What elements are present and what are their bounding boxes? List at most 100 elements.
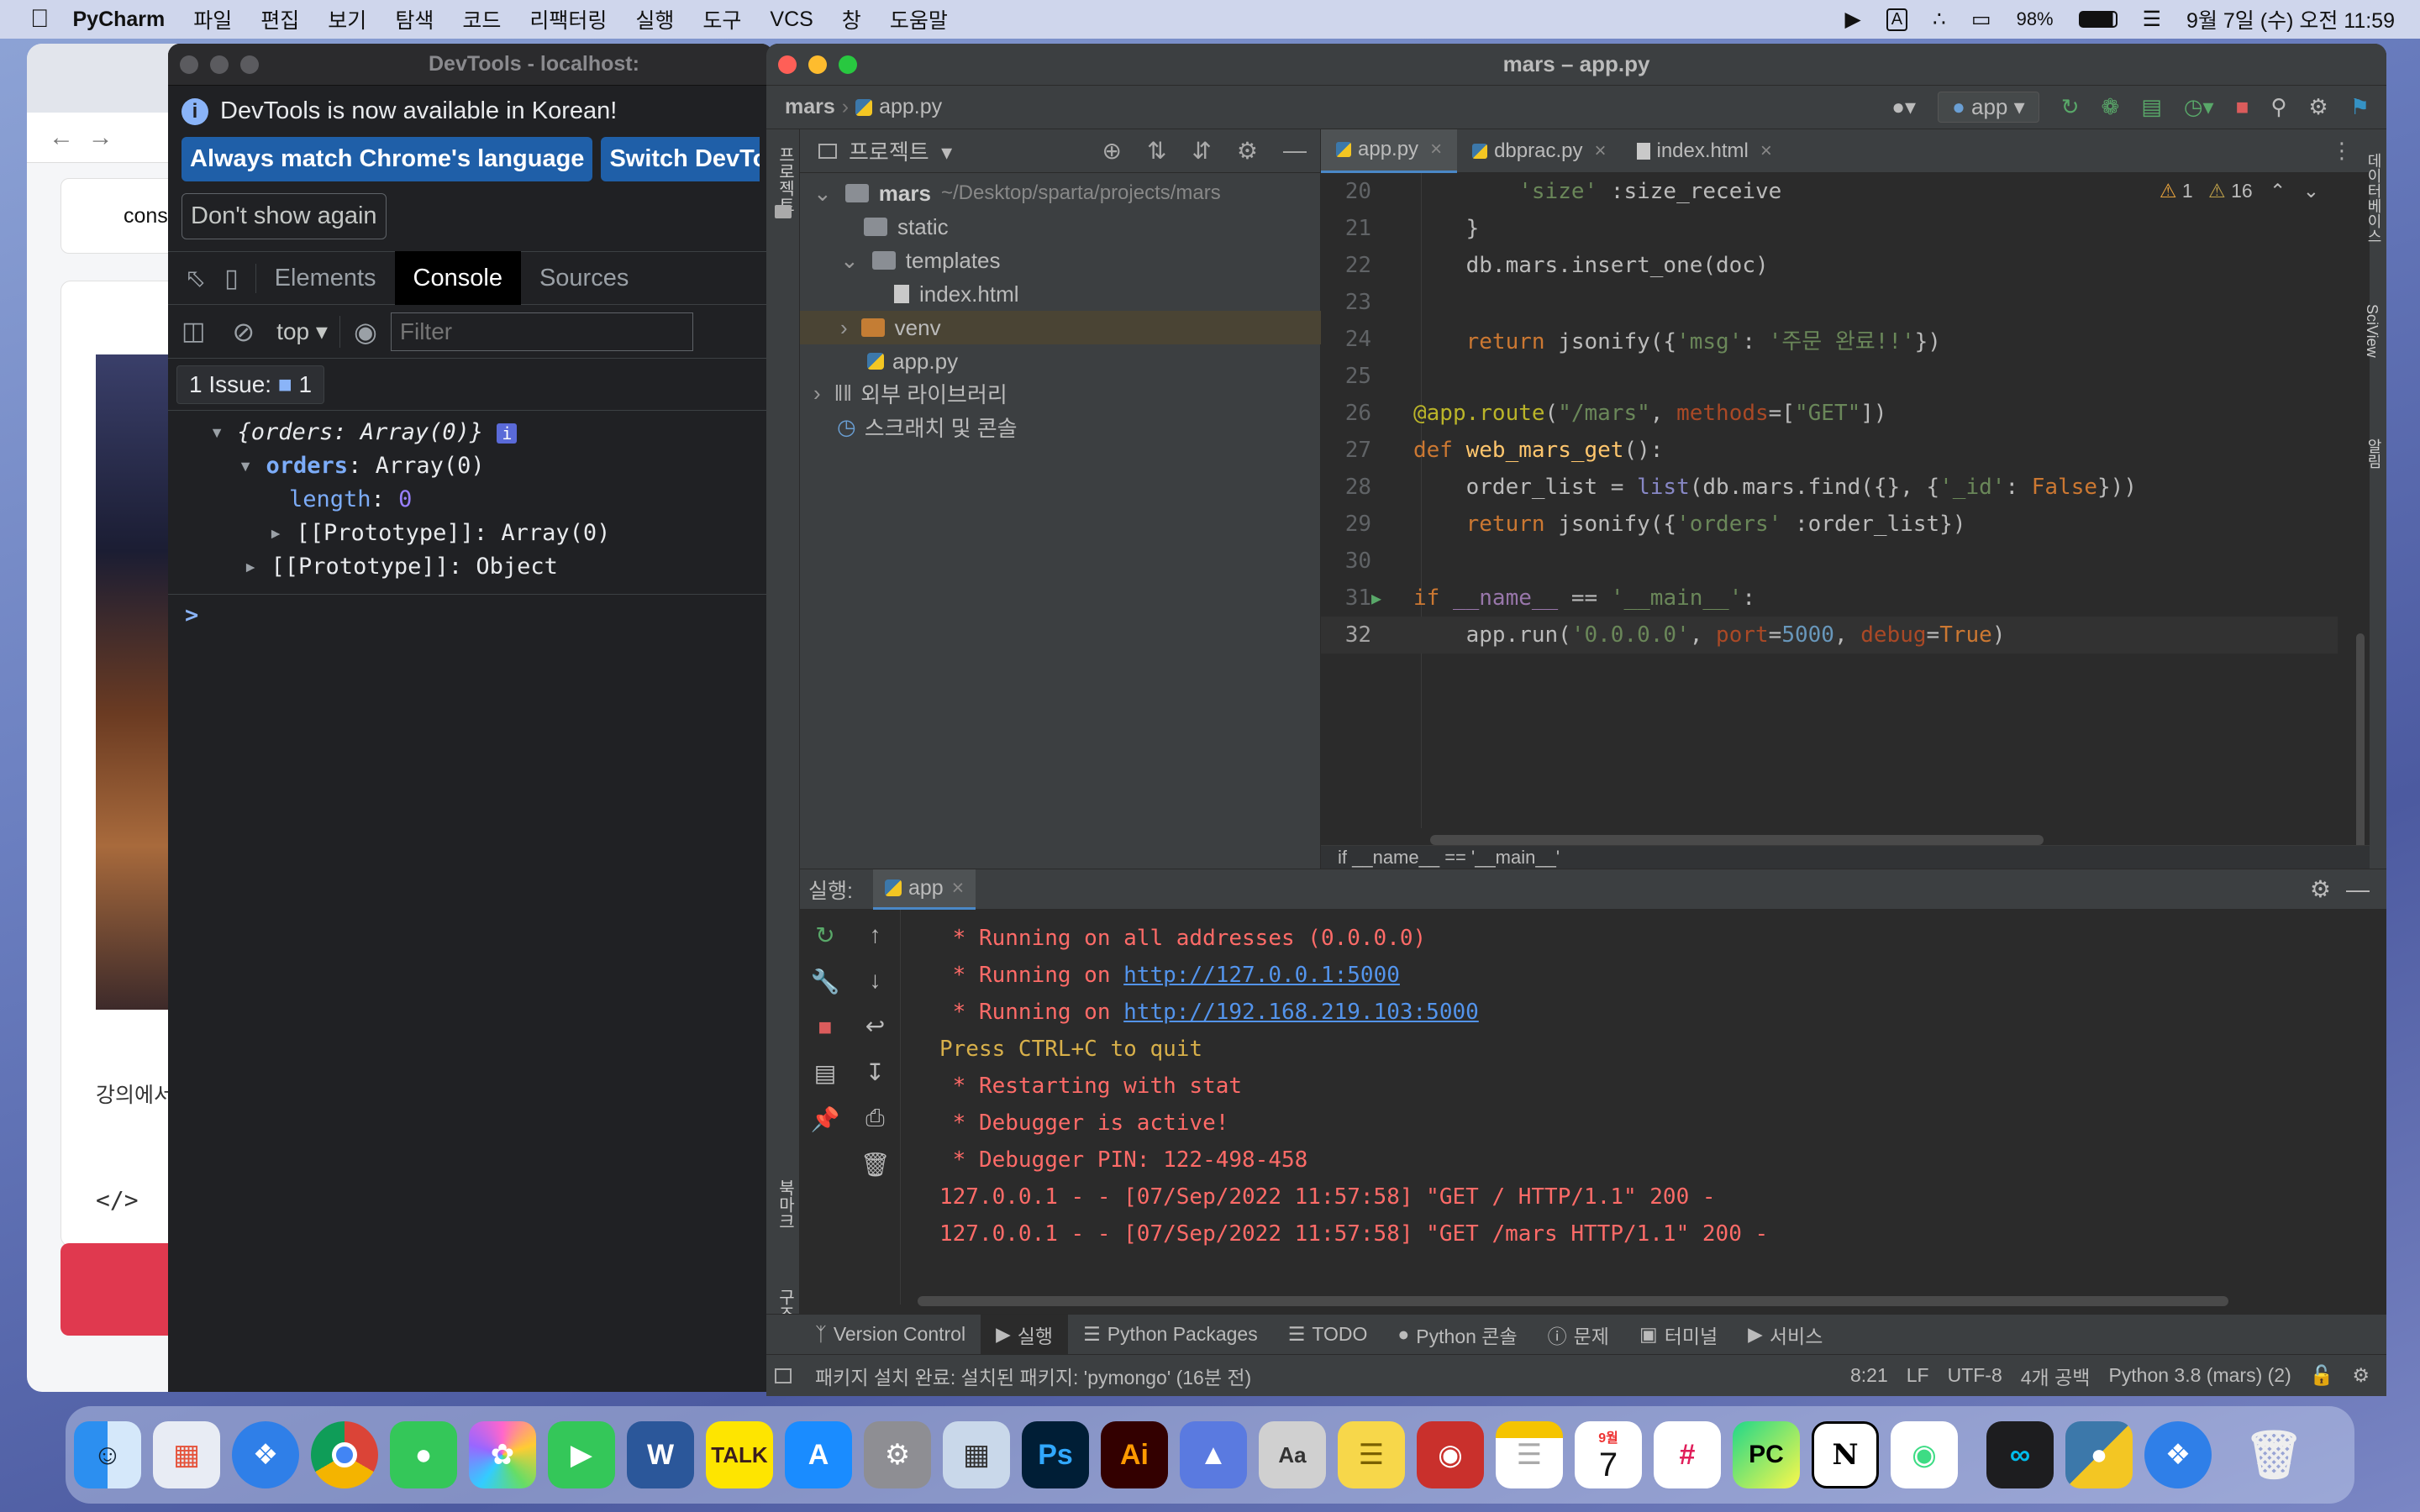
expand-triangle-icon[interactable]: ▾ (239, 453, 252, 479)
editor-breadcrumb[interactable]: if __name__ == '__main__' (1338, 847, 1560, 868)
run-tab-app[interactable]: app × (872, 869, 976, 910)
breadcrumb-project[interactable]: mars (785, 95, 835, 119)
menu-help[interactable]: 도움말 (890, 4, 948, 34)
bookmarks-tool-label[interactable]: 북마크 (773, 1179, 797, 1230)
rerun-icon[interactable]: ↻ (2061, 94, 2080, 120)
caret-position[interactable]: 8:21 (1850, 1364, 1888, 1387)
chrome-icon[interactable] (311, 1421, 378, 1488)
breadcrumb-file[interactable]: app.py (879, 95, 942, 119)
messages-icon[interactable]: ● (390, 1421, 457, 1488)
python-interpreter[interactable]: Python 3.8 (mars) (2) (2108, 1364, 2291, 1387)
notifications-tool-label[interactable]: 알림 (2363, 438, 2385, 469)
tab-python-packages[interactable]: ☰ Python Packages (1068, 1315, 1273, 1355)
tree-item-index-html[interactable]: index.html (894, 277, 1019, 311)
expand-triangle-icon[interactable]: ▾ (210, 419, 224, 445)
close-tab-icon[interactable]: × (1594, 139, 1606, 163)
run-config-selector[interactable]: ● app ▾ (1938, 92, 2039, 123)
sidebar-toggle-icon[interactable]: ◫ (168, 317, 218, 346)
run-output[interactable]: * Running on all addresses (0.0.0.0) * R… (800, 910, 2386, 1305)
tree-item-external-libraries[interactable]: › ‖‖ 외부 라이브러리 (813, 376, 1007, 410)
chevron-down-icon[interactable]: ⌄ (813, 181, 832, 207)
finder-icon[interactable]: ☺ (74, 1421, 141, 1488)
hide-panel-icon[interactable]: — (1283, 137, 1307, 165)
more-tabs-icon[interactable]: ⋮ (2331, 138, 2353, 164)
control-center-icon[interactable]: ☰ (2143, 7, 2161, 32)
debug-icon[interactable]: ❁ (2101, 94, 2119, 120)
file-encoding[interactable]: UTF-8 (1948, 1364, 2002, 1387)
console-prompt[interactable]: > (185, 602, 198, 628)
tab-console[interactable]: Console (394, 251, 521, 305)
lock-icon[interactable]: 🔓 (2310, 1364, 2334, 1387)
tab-terminal[interactable]: ▣ 터미널 (1624, 1315, 1733, 1355)
console-entry-proto-object[interactable]: ▸ [[Prototype]]: Object (244, 554, 558, 580)
display-icon[interactable]: ▭ (1971, 7, 1991, 32)
dots-icon[interactable]: ∴ (1933, 7, 1946, 32)
run-horizontal-scrollbar[interactable] (918, 1296, 2228, 1306)
calendar-icon[interactable]: 9월 7 (1575, 1421, 1642, 1488)
webex-icon[interactable]: ∞ (1986, 1421, 2054, 1488)
menubar-app-name[interactable]: PyCharm (73, 8, 166, 32)
chevron-down-icon[interactable]: ⌄ (840, 248, 859, 274)
zoom-button[interactable] (240, 55, 259, 74)
panel-settings-icon[interactable]: ⚙ (1237, 137, 1258, 165)
console-entry-orders[interactable]: ▾ orders: Array(0) (239, 453, 485, 479)
collapsed-triangle-icon[interactable]: ▸ (244, 554, 257, 580)
menu-tools[interactable]: 도구 (702, 4, 741, 34)
word-icon[interactable]: W (627, 1421, 694, 1488)
tab-elements[interactable]: Elements (256, 251, 395, 305)
horizontal-scrollbar[interactable] (1430, 835, 2044, 845)
system-preferences-icon[interactable]: ⚙ (864, 1421, 931, 1488)
editor-tab-index-html[interactable]: index.html × (1622, 129, 1787, 173)
menu-file[interactable]: 파일 (193, 4, 232, 34)
project-folder-icon[interactable] (775, 205, 792, 218)
hide-panel-icon[interactable]: — (2346, 876, 2370, 903)
play-icon[interactable]: ▶ (1844, 7, 1860, 32)
slack-icon[interactable]: # (1654, 1421, 1721, 1488)
locate-icon[interactable]: ⊕ (1102, 137, 1121, 165)
safari-icon[interactable]: ❖ (232, 1421, 299, 1488)
inspect-element-icon[interactable]: ⬁ (168, 264, 216, 293)
always-match-language-button[interactable]: Always match Chrome's language (182, 137, 593, 181)
issues-button[interactable]: 1 Issue: ■ 1 (176, 365, 325, 404)
tab-version-control[interactable]: ᛉ Version Control (800, 1315, 981, 1355)
tree-item-root[interactable]: ⌄ mars ~/Desktop/sparta/projects/mars (813, 176, 1221, 210)
menu-code[interactable]: 코드 (462, 4, 501, 34)
zoom-button[interactable] (839, 55, 857, 74)
stop-icon[interactable]: ■ (2236, 94, 2249, 120)
tab-run[interactable]: ▶ 실행 (981, 1314, 1069, 1355)
menu-edit[interactable]: 편집 (260, 4, 299, 34)
output-link[interactable]: http://192.168.219.103:5000 (1123, 1000, 1479, 1025)
minimize-button[interactable] (210, 55, 229, 74)
menu-window[interactable]: 창 (842, 4, 861, 34)
dont-show-again-button[interactable]: Don't show again (182, 193, 387, 239)
expand-all-icon[interactable]: ⇅ (1147, 137, 1166, 165)
close-button[interactable] (778, 55, 797, 74)
tree-item-templates[interactable]: ⌄ templates (840, 244, 1001, 277)
menu-vcs[interactable]: VCS (770, 8, 813, 32)
code-area[interactable]: 20 'size' :size_receive 21 } 22 db.mars.… (1321, 173, 2338, 828)
indent-setting[interactable]: 4개 공백 (2021, 1362, 2091, 1390)
switch-devtools-button[interactable]: Switch DevTo (601, 137, 760, 181)
status-message[interactable]: 패키지 설치 완료: 설치된 패키지: 'pymongo' (16분 전) (815, 1362, 1251, 1390)
input-source-icon[interactable]: A (1886, 8, 1908, 31)
output-link[interactable]: http://127.0.0.1:5000 (1123, 963, 1400, 988)
profile-icon[interactable]: ◷▾ (2184, 94, 2214, 120)
collapsed-triangle-icon[interactable]: ▸ (269, 520, 282, 546)
database-tool-label[interactable]: 데이터베이스 (2363, 153, 2385, 244)
stickies-icon[interactable]: ☰ (1338, 1421, 1405, 1488)
preview-icon[interactable]: ▦ (943, 1421, 1010, 1488)
console-entry-root[interactable]: ▾ {orders: Array(0)} i (210, 419, 518, 445)
photos-icon[interactable]: ✿ (469, 1421, 536, 1488)
launchpad-icon[interactable]: ▦ (153, 1421, 220, 1488)
photo-booth-icon[interactable]: ◉ (1417, 1421, 1484, 1488)
plugin-icon[interactable]: ⚑ (2350, 94, 2370, 120)
kakaotalk-icon[interactable]: TALK (706, 1421, 773, 1488)
context-selector[interactable]: top ▾ (268, 318, 339, 345)
close-tab-icon[interactable]: × (952, 876, 965, 900)
menu-refactor[interactable]: 리팩터링 (529, 4, 607, 34)
project-tool-label[interactable]: 프로젝트 (773, 146, 797, 213)
close-tab-icon[interactable]: × (1430, 138, 1442, 161)
editor-scrollbar[interactable] (2356, 633, 2365, 860)
live-expression-eye-icon[interactable]: ◉ (339, 315, 391, 348)
tab-problems[interactable]: ⓘ 문제 (1533, 1315, 1624, 1355)
